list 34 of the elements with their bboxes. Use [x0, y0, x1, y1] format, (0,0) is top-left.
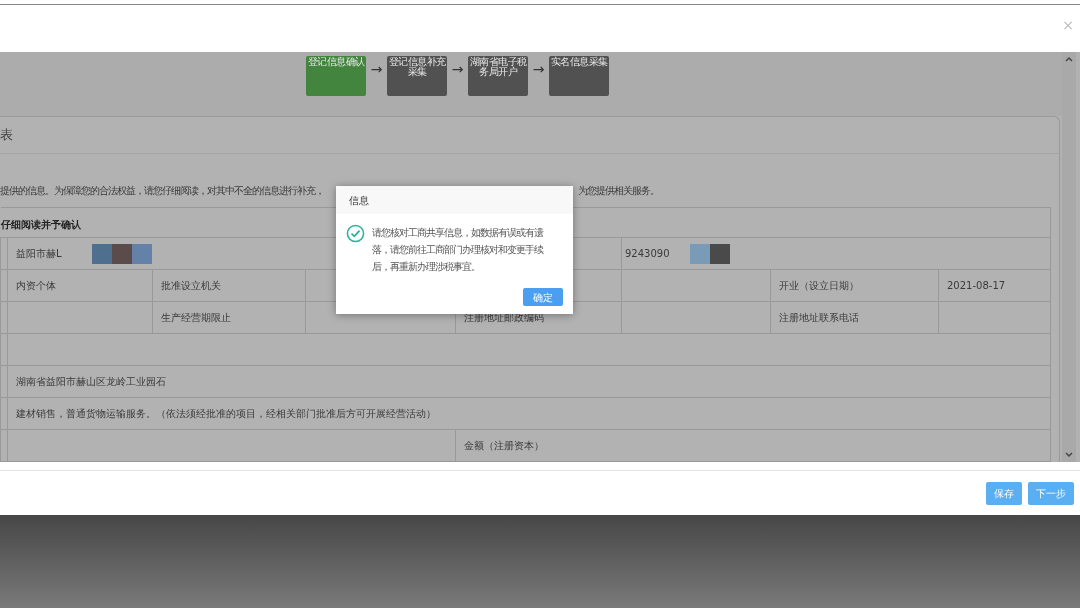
table-cell: 湖南省益阳市赫山区龙岭工业园石	[16, 376, 166, 387]
step-arrow: →	[369, 60, 384, 79]
mosaic-icon	[689, 243, 730, 264]
table-cell: 建材销售，普通货物运输服务。（依法须经批准的项目，经相关部门批准后方可开展经营活动）	[16, 408, 436, 419]
table-cell: 生产经营期限止	[161, 312, 231, 323]
next-button[interactable]: 下一步	[1028, 481, 1074, 505]
step-arrow: →	[450, 60, 465, 79]
save-button[interactable]: 保存	[986, 481, 1022, 505]
panel-title: 表	[0, 126, 13, 145]
section-heading: 仔细阅读并予确认	[0, 218, 81, 230]
table-cell-text: 9243090	[625, 247, 670, 261]
intro-text: 为您提供相关服务。	[578, 183, 659, 198]
step-tab[interactable]: 登记信息确认	[306, 56, 366, 96]
table-cell-text: 益阳市赫L	[16, 247, 62, 261]
confirm-button[interactable]: 确定	[523, 288, 563, 306]
table-cell: 内资个体	[16, 280, 56, 291]
step-tab[interactable]: 实名信息采集	[549, 56, 609, 96]
table-cell: 开业（设立日期）	[779, 280, 859, 291]
mosaic-icon	[91, 243, 152, 264]
scroll-up-icon[interactable]	[1065, 56, 1073, 62]
step-tab[interactable]: 湖南省电子税务局开户	[468, 56, 528, 96]
table-cell: 金额（注册资本）	[464, 440, 544, 451]
intro-text: 提供的信息。为保障您的合法权益，请您仔细阅读，对其中不全的信息进行补充，	[0, 184, 324, 196]
dialog-title: 信息	[349, 193, 369, 208]
table-cell: 注册地址联系电话	[779, 312, 859, 323]
close-button[interactable]: ×	[1062, 15, 1074, 36]
check-circle-icon	[346, 224, 365, 243]
scrollbar[interactable]	[1062, 52, 1076, 462]
dialog-message: 请您核对工商共享信息，如数据有误或有遗落，请您前往工商部门办理核对和变更手续后，再重新办理涉税事宜。	[372, 226, 545, 274]
step-arrow: →	[531, 60, 546, 79]
table-cell: 2021-08-17	[947, 280, 1006, 291]
table-cell: 批准设立机关	[161, 280, 221, 291]
step-tab[interactable]: 登记信息补充采集	[387, 56, 447, 96]
scroll-down-icon[interactable]	[1065, 452, 1073, 458]
